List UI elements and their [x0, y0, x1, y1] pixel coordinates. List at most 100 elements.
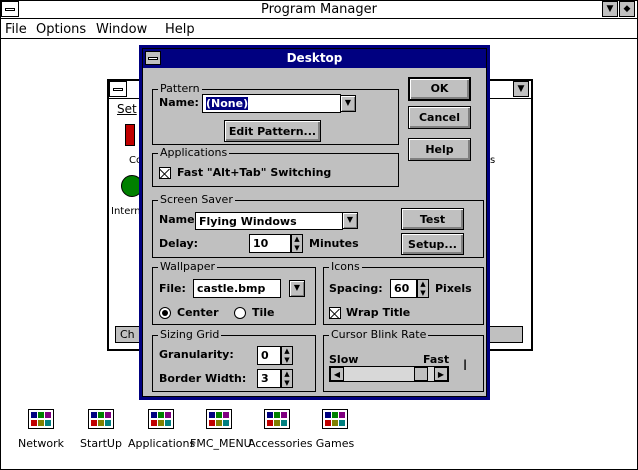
applications-group: Applications Fast "Alt+Tab" Switching	[152, 146, 399, 187]
icons-group: Icons Spacing: 60 ▲ ▼ Pixels Wrap Title	[323, 260, 484, 325]
menu-window[interactable]: Window	[96, 22, 147, 37]
blink-slow-label: Slow	[329, 353, 359, 366]
spin-up-icon[interactable]: ▲	[282, 347, 292, 355]
dialog-frame: Desktop Pattern Name: (None) ▼ Edit Patt…	[142, 48, 487, 397]
program-manager-title: Program Manager	[261, 2, 377, 17]
menu-options[interactable]: Options	[36, 22, 86, 37]
dialog-title: Desktop	[286, 51, 343, 65]
restore-icon[interactable]: ◆	[619, 1, 635, 17]
menu-bar: File Options Window Help	[1, 20, 637, 39]
group-icon-startup[interactable]	[88, 409, 114, 429]
saver-name-label: Name:	[159, 213, 199, 226]
sizing-grid-group: Sizing Grid Granularity: 0 ▲ ▼ Border Wi…	[152, 328, 316, 392]
border-width-spinner[interactable]: ▲ ▼	[281, 369, 293, 388]
screen-saver-legend: Screen Saver	[158, 193, 235, 207]
delay-unit: Minutes	[309, 237, 359, 250]
center-label: Center	[177, 306, 219, 319]
slider-thumb[interactable]	[414, 367, 428, 381]
pattern-group: Pattern Name: (None) ▼ Edit Pattern...	[152, 82, 399, 145]
spin-down-icon[interactable]: ▼	[282, 379, 292, 387]
border-width-input[interactable]: 3	[257, 369, 281, 388]
wallpaper-file-value: castle.bmp	[197, 282, 266, 295]
center-radio[interactable]	[159, 307, 171, 319]
wallpaper-group: Wallpaper File: castle.bmp ▼ Center Tile	[152, 260, 316, 325]
group-icon-applications[interactable]	[148, 409, 174, 429]
scroll-left-icon[interactable]: ◀	[330, 367, 344, 381]
spin-up-icon[interactable]: ▲	[292, 235, 302, 243]
scroll-right-icon[interactable]: ▶	[434, 367, 448, 381]
pattern-name-dropdown[interactable]: (None)	[202, 94, 341, 113]
tile-label: Tile	[252, 306, 275, 319]
delay-value: 10	[253, 237, 269, 250]
blink-rate-slider[interactable]: ◀ ▶	[329, 366, 449, 382]
group-label-fmc-menu: FMC_MENU	[190, 437, 252, 450]
saver-name-dropdown[interactable]: Flying Windows	[195, 212, 343, 230]
pattern-name-value: (None)	[206, 97, 249, 110]
group-label-games: Games	[315, 437, 355, 450]
minimize-icon[interactable]: ▼	[602, 1, 618, 17]
desktop-dialog: Desktop Pattern Name: (None) ▼ Edit Patt…	[139, 45, 490, 400]
granularity-spinner[interactable]: ▲ ▼	[281, 346, 293, 365]
edit-pattern-button[interactable]: Edit Pattern...	[224, 120, 321, 142]
pattern-name-label: Name:	[159, 96, 199, 109]
setup-button[interactable]: Setup...	[401, 233, 464, 255]
granularity-input[interactable]: 0	[257, 346, 281, 365]
cursor-blink-group: Cursor Blink Rate Slow Fast ◀ ▶ I	[323, 328, 484, 392]
spacing-input[interactable]: 60	[390, 279, 417, 298]
delay-input[interactable]: 10	[249, 234, 291, 253]
spacing-value: 60	[394, 282, 410, 295]
pattern-legend: Pattern	[158, 82, 202, 96]
granularity-label: Granularity:	[159, 348, 234, 361]
menu-help[interactable]: Help	[165, 22, 195, 37]
applications-legend: Applications	[158, 146, 230, 160]
wallpaper-file-label: File:	[159, 282, 186, 295]
spin-up-icon[interactable]: ▲	[282, 370, 292, 378]
dialog-title-bar[interactable]: Desktop	[143, 49, 486, 68]
icon-label-s: s	[490, 155, 496, 166]
spacing-spinner[interactable]: ▲ ▼	[417, 279, 429, 298]
group-partial-text: Set	[117, 102, 137, 116]
ok-button[interactable]: OK	[408, 77, 471, 101]
group-label-applications: Applications	[128, 437, 196, 450]
delay-spinner[interactable]: ▲ ▼	[291, 234, 303, 253]
saver-name-value: Flying Windows	[199, 215, 297, 228]
group-system-menu-icon[interactable]	[109, 81, 127, 97]
chevron-down-icon[interactable]: ▼	[342, 212, 358, 229]
test-button[interactable]: Test	[401, 208, 464, 230]
group-label-accessories: Accessories	[248, 437, 313, 450]
icons-legend: Icons	[329, 260, 362, 274]
chevron-down-icon[interactable]: ▼	[340, 95, 356, 112]
help-button[interactable]: Help	[408, 138, 471, 161]
group-icon-games[interactable]	[322, 409, 348, 429]
spin-down-icon[interactable]: ▼	[292, 244, 302, 252]
group-icon-network[interactable]	[28, 409, 54, 429]
group-icon-accessories[interactable]	[264, 409, 290, 429]
spin-up-icon[interactable]: ▲	[418, 280, 428, 288]
cancel-button[interactable]: Cancel	[408, 106, 471, 129]
spin-down-icon[interactable]: ▼	[282, 356, 292, 364]
blink-fast-label: Fast	[423, 353, 450, 366]
delay-label: Delay:	[159, 237, 199, 250]
border-width-value: 3	[261, 372, 269, 385]
wallpaper-legend: Wallpaper	[158, 260, 218, 274]
border-width-label: Border Width:	[159, 372, 247, 385]
fast-switching-checkbox[interactable]	[159, 167, 171, 179]
wrap-title-label: Wrap Title	[346, 306, 411, 319]
cursor-blink-legend: Cursor Blink Rate	[329, 328, 429, 342]
wrap-title-checkbox[interactable]	[329, 307, 341, 319]
group-minimize-icon[interactable]: ▼	[513, 81, 529, 97]
spin-down-icon[interactable]: ▼	[418, 289, 428, 297]
group-label-network: Network	[18, 437, 64, 450]
group-label-startup: StartUp	[80, 437, 122, 450]
chevron-down-icon[interactable]: ▼	[289, 280, 305, 297]
screen-saver-group: Screen Saver Name: Flying Windows ▼ Dela…	[152, 193, 484, 258]
icon-label-ch: Ch	[120, 328, 135, 341]
control-panel-icon[interactable]	[125, 124, 135, 146]
granularity-value: 0	[261, 349, 269, 362]
group-icon-fmc-menu[interactable]	[206, 409, 232, 429]
tile-radio[interactable]	[234, 307, 246, 319]
cursor-preview-icon: I	[463, 358, 468, 374]
menu-file[interactable]: File	[5, 22, 27, 37]
wallpaper-file-dropdown[interactable]: castle.bmp	[193, 279, 281, 298]
program-manager-title-bar[interactable]: Program Manager ▼ ◆	[1, 1, 637, 19]
